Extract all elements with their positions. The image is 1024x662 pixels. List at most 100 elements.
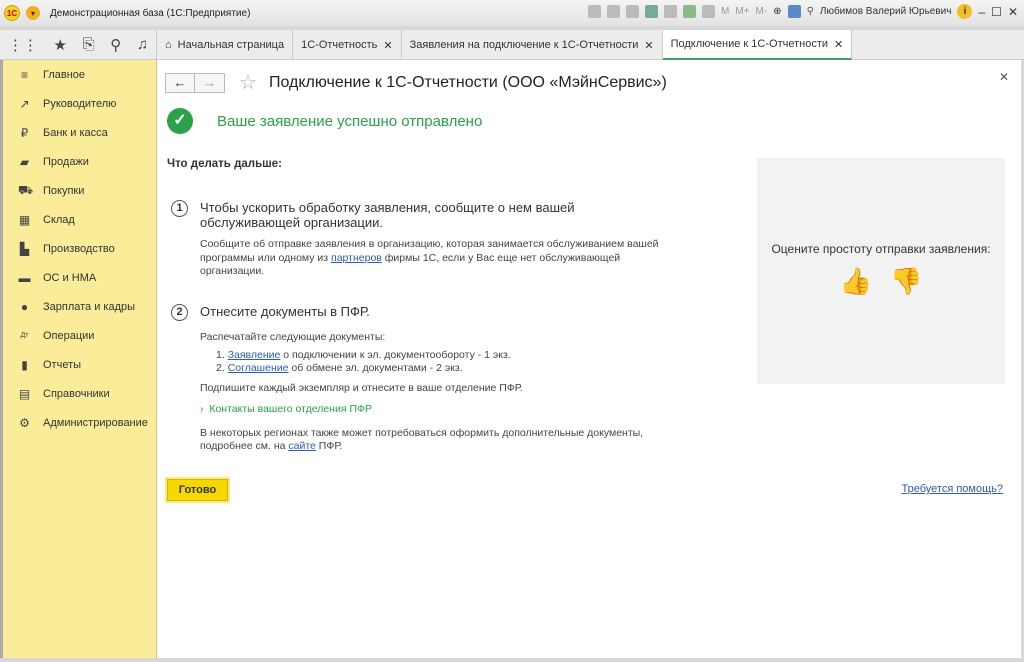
sidebar-item[interactable]: ₽ Банк и касса: [3, 118, 156, 147]
close-tab-icon[interactable]: ✕: [644, 39, 653, 52]
sidebar-item[interactable]: ▙ Производство: [3, 234, 156, 263]
calendar-icon[interactable]: [701, 5, 715, 18]
back-button[interactable]: ←: [165, 72, 195, 93]
help-link[interactable]: Требуется помощь?: [902, 483, 1003, 495]
sidebar-item-label: ОС и НМА: [43, 271, 97, 284]
tab-label: Заявления на подключение к 1С-Отчетности: [409, 39, 639, 51]
sidebar-item[interactable]: ↗ Руководителю: [3, 89, 156, 118]
rating-panel: Оцените простоту отправки заявления: 👍 👎: [757, 158, 1005, 384]
close-tab-icon[interactable]: ✕: [834, 38, 843, 51]
sidebar-item-label: Операции: [43, 329, 95, 342]
close-tab-icon[interactable]: ✕: [383, 39, 392, 52]
sidebar-item-label: Главное: [43, 68, 86, 81]
sidebar-item[interactable]: Дт Операции: [3, 321, 156, 350]
pfr-contacts-toggle[interactable]: › Контакты вашего отделения ПФР: [200, 403, 660, 417]
main-menu-button[interactable]: ▾: [26, 6, 40, 20]
bell-icon[interactable]: ♫: [137, 36, 148, 53]
step-number: 1: [171, 200, 188, 217]
apps-grid-icon[interactable]: ⋮⋮: [8, 36, 38, 54]
favorite-star-icon[interactable]: ☆: [239, 70, 257, 95]
tab-bar: ⋮⋮ ★ ⎘ ⚲ ♫ ⌂ Начальная страница 1С-Отчетн…: [0, 30, 1024, 60]
thumbs-up-icon[interactable]: 👍: [840, 266, 872, 297]
agreement-link[interactable]: Соглашение: [228, 362, 289, 374]
home-icon: ⌂: [165, 39, 172, 51]
close-window-button[interactable]: ✕: [1008, 5, 1018, 19]
printer-icon[interactable]: [663, 5, 677, 18]
save-icon[interactable]: [587, 5, 601, 18]
search-icon[interactable]: ⚲: [110, 36, 121, 54]
sidebar-item-label: Банк и касса: [43, 126, 108, 139]
tab-1c-reporting[interactable]: 1С-Отчетность ✕: [293, 30, 402, 60]
sidebar-item[interactable]: ▮ Отчеты: [3, 350, 156, 379]
next-heading: Что делать дальше:: [167, 158, 282, 170]
step-number: 2: [171, 304, 188, 321]
list-item: 1. Заявление о подключении к эл. докумен…: [216, 349, 660, 363]
sidebar-item[interactable]: ▤ Справочники: [3, 379, 156, 408]
extra-text: В некоторых регионах также может потребо…: [200, 427, 660, 454]
person-icon: ●: [20, 299, 29, 314]
success-message: Ваше заявление успешно отправлено: [217, 112, 483, 130]
documents-list: 1. Заявление о подключении к эл. докумен…: [216, 349, 660, 376]
partners-link[interactable]: партнеров: [331, 252, 382, 264]
sidebar-item-label: Зарплата и кадры: [43, 300, 136, 313]
bag-icon: ▰: [19, 154, 30, 169]
warehouse-icon: ▦: [18, 212, 31, 227]
rating-question: Оцените простоту отправки заявления:: [771, 242, 991, 256]
success-check-icon: ✓: [167, 108, 193, 134]
sidebar-item[interactable]: ⛟ Покупки: [3, 176, 156, 205]
sidebar-item[interactable]: ▰ Продажи: [3, 147, 156, 176]
num: 2.: [216, 362, 228, 374]
tab-label: Подключение к 1С-Отчетности: [670, 38, 828, 50]
pfr-site-link[interactable]: сайте: [288, 440, 316, 452]
attach-icon[interactable]: [644, 5, 658, 18]
text: о подключении к эл. документообороту - 1…: [280, 348, 511, 361]
calculator-icon[interactable]: [682, 5, 696, 18]
tab-label: Начальная страница: [177, 39, 285, 51]
sidebar-item-label: Склад: [43, 213, 75, 226]
minimize-button[interactable]: –: [978, 5, 985, 19]
preview-icon[interactable]: [625, 5, 639, 18]
panel-icon[interactable]: [787, 5, 801, 18]
close-form-button[interactable]: ✕: [999, 70, 1009, 84]
sign-text: Подпишите каждый экземпляр и отнесите в …: [200, 381, 523, 394]
user-name[interactable]: Любимов Валерий Юрьевич: [820, 6, 952, 17]
tools-icon[interactable]: ⚲: [807, 6, 814, 17]
tab-applications[interactable]: Заявления на подключение к 1С-Отчетности…: [402, 30, 663, 60]
1c-logo: 1С: [4, 5, 20, 21]
sidebar-item[interactable]: ▬ ОС и НМА: [3, 263, 156, 292]
num: 1.: [216, 348, 228, 361]
tab-label: 1С-Отчетность: [301, 39, 378, 51]
tab-connection[interactable]: Подключение к 1С-Отчетности ✕: [662, 30, 853, 60]
step-2: 2 Отнесите документы в ПФР. Распечатайте…: [171, 304, 660, 454]
memory-plus-button[interactable]: M+: [735, 6, 749, 17]
step-1: 1 Чтобы ускорить обработку заявления, со…: [171, 200, 660, 279]
sidebar-item[interactable]: ⚙ Администрирование: [3, 408, 156, 437]
sidebar-item[interactable]: ≡ Главное: [3, 60, 156, 89]
done-button[interactable]: Готово: [165, 477, 230, 503]
cart-icon: ⛟: [18, 182, 34, 197]
title-bar: 1С ▾ Демонстрационная база (1С:Предприят…: [0, 0, 1024, 26]
memory-minus-button[interactable]: M-: [756, 6, 768, 17]
maximize-button[interactable]: ☐: [991, 5, 1002, 19]
memory-m-button[interactable]: M: [721, 6, 729, 17]
factory-icon: ▙: [19, 241, 30, 256]
application-link[interactable]: Заявление: [228, 349, 281, 361]
text: ПФР.: [315, 440, 343, 452]
print-icon[interactable]: [606, 5, 620, 18]
sidebar-item-label: Производство: [43, 242, 115, 255]
sidebar-item[interactable]: ▦ Склад: [3, 205, 156, 234]
step-heading: Чтобы ускорить обработку заявления, сооб…: [200, 200, 575, 230]
main-content: ← → ☆ Подключение к 1С-Отчетности (ООО «…: [157, 60, 1021, 658]
thumbs-down-icon[interactable]: 👎: [890, 266, 922, 297]
zoom-icon[interactable]: ⊕: [773, 6, 781, 17]
sidebar-item[interactable]: ● Зарплата и кадры: [3, 292, 156, 321]
step-text: Сообщите об отправке заявления в организ…: [200, 238, 660, 279]
info-icon[interactable]: i: [957, 4, 973, 19]
ruble-icon: ₽: [20, 125, 29, 140]
dt-kt-icon: Дт: [20, 332, 29, 339]
history-icon[interactable]: ⎘: [83, 36, 95, 53]
sidebar: ≡ Главное ↗ Руководителю ₽ Банк и касса ▰ Прода…: [0, 60, 157, 658]
forward-button[interactable]: →: [195, 72, 225, 93]
favorites-star-icon[interactable]: ★: [53, 36, 66, 54]
tab-home[interactable]: ⌂ Начальная страница: [157, 30, 294, 60]
